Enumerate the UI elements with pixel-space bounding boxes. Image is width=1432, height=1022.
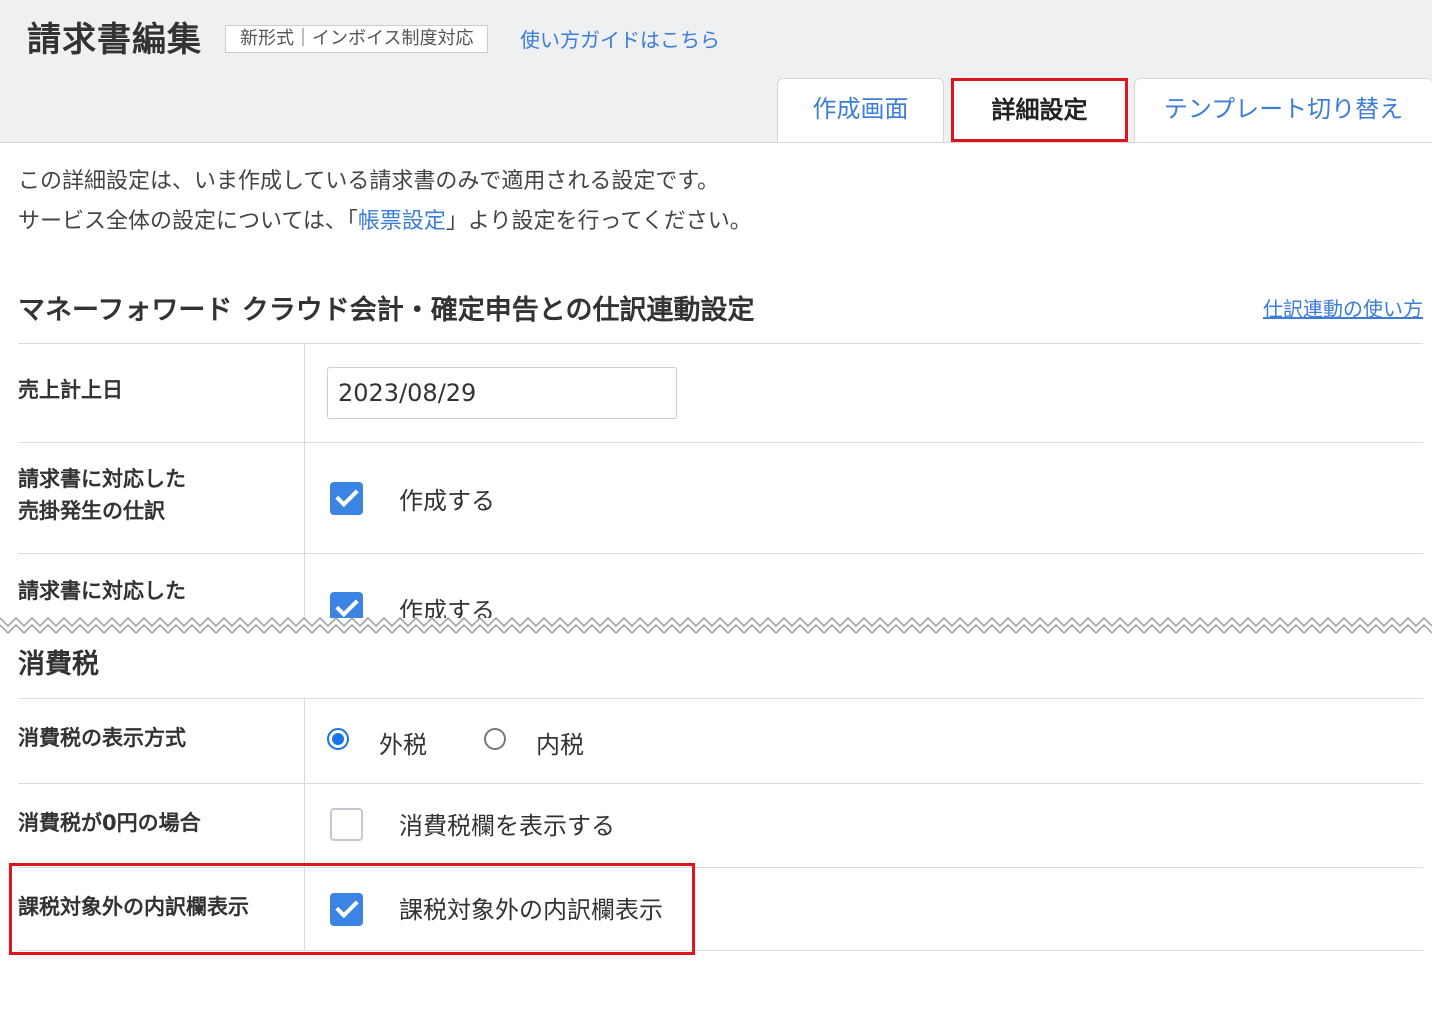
divider xyxy=(18,553,1423,554)
divider xyxy=(18,343,1423,344)
show-tax-field-checkbox[interactable] xyxy=(330,808,363,841)
divider xyxy=(18,783,1423,784)
tab-detail-settings[interactable]: 詳細設定 xyxy=(951,78,1128,142)
tab-create-screen[interactable]: 作成画面 xyxy=(777,78,944,142)
tax-inclusive-radio[interactable] xyxy=(484,728,506,750)
tax-inclusive-label: 内税 xyxy=(536,731,584,759)
show-tax-field-label: 消費税欄を表示する xyxy=(399,812,615,840)
divider xyxy=(18,698,1423,699)
tax-exclusive-label: 外税 xyxy=(379,731,427,759)
form-settings-link[interactable]: 帳票設定 xyxy=(358,209,446,234)
zigzag-line-bottom xyxy=(0,623,1432,635)
receivable-journal-label-line1: 請求書に対応した xyxy=(18,467,186,491)
tax-exclusive-radio[interactable] xyxy=(327,728,349,750)
highlight-box xyxy=(9,863,695,955)
sales-date-input[interactable] xyxy=(327,367,677,419)
receivable-journal-label-line2: 売掛発生の仕訳 xyxy=(18,499,165,523)
sales-date-label: 売上計上日 xyxy=(18,378,123,402)
zigzag-line-top xyxy=(0,616,1432,628)
second-journal-label: 請求書に対応した xyxy=(18,579,186,603)
divider xyxy=(18,442,1423,443)
journal-section-title: マネーフォワード クラウド会計・確定申告との仕訳連動設定 xyxy=(18,295,755,326)
intro-after: 」より設定を行ってください。 xyxy=(445,209,752,234)
guide-link[interactable]: 使い方ガイドはこちら xyxy=(520,24,720,53)
receivable-journal-checkbox-label: 作成する xyxy=(399,487,495,515)
receivable-journal-label: 請求書に対応した 売掛発生の仕訳 xyxy=(18,463,186,527)
intro-before: サービス全体の設定については、「 xyxy=(18,209,358,234)
receivable-journal-checkbox[interactable] xyxy=(330,482,363,515)
tax-display-label: 消費税の表示方式 xyxy=(18,726,186,750)
tab-template-switch[interactable]: テンプレート切り替え xyxy=(1134,78,1432,142)
format-badge: 新形式｜インボイス制度対応 xyxy=(225,25,489,53)
intro-text: この詳細設定は、いま作成している請求書のみで適用される設定です。 xyxy=(18,169,720,194)
tax-section-title: 消費税 xyxy=(18,649,99,680)
intro-text-2: サービス全体の設定については、「帳票設定」より設定を行ってください。 xyxy=(18,203,752,235)
column-divider xyxy=(304,344,305,618)
zigzag-cut-divider xyxy=(0,616,1432,635)
journal-help-link[interactable]: 仕訳連動の使い方 xyxy=(1263,293,1423,322)
zero-tax-label: 消費税が0円の場合 xyxy=(18,811,201,835)
page-title: 請求書編集 xyxy=(27,20,202,60)
